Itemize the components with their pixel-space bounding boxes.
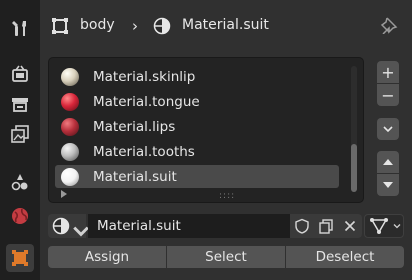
tab-view-layer[interactable] [6, 120, 34, 148]
material-properties-panel: body › Material.suit Material.skinlip Ma… [40, 0, 412, 280]
list-item-label: Material.skinlip [93, 68, 196, 85]
material-preview-icon [61, 67, 79, 86]
material-icon [153, 17, 171, 35]
breadcrumb-material-name: Material.suit [182, 17, 269, 33]
tab-output[interactable] [6, 90, 34, 118]
tab-object[interactable] [6, 244, 34, 272]
chevron-down-icon [383, 126, 393, 133]
view-layer-icon [11, 125, 29, 143]
move-slot-up-button[interactable] [377, 151, 399, 173]
pin-icon[interactable] [380, 16, 398, 34]
list-item-label: Material.tongue [93, 93, 200, 110]
tab-tool[interactable] [6, 14, 34, 42]
material-preview-icon [61, 117, 79, 136]
output-icon [12, 98, 28, 112]
filter-expand-icon[interactable] [61, 190, 67, 198]
select-button[interactable]: Select [167, 246, 285, 268]
world-icon [12, 208, 28, 224]
material-preview-icon [61, 142, 79, 161]
list-scrollbar-thumb[interactable] [351, 144, 357, 192]
assign-button[interactable]: Assign [48, 246, 166, 268]
list-item-label: Material.tooths [93, 143, 195, 160]
mesh-object-icon [52, 18, 68, 34]
list-item-label: Material.suit [93, 168, 177, 185]
list-item[interactable]: Material.lips [55, 115, 339, 138]
material-name-field[interactable]: Material.suit [88, 214, 290, 238]
triangle-up-icon [383, 159, 393, 165]
list-item[interactable]: Material.tongue [55, 90, 339, 113]
fake-user-button[interactable] [290, 214, 314, 238]
node-link-button[interactable] [364, 214, 404, 238]
duplicate-icon [319, 219, 333, 234]
list-item[interactable]: Material.skinlip [55, 65, 339, 88]
unlink-material-button[interactable] [338, 214, 362, 238]
slot-specials-button[interactable] [377, 118, 399, 140]
node-link-icon [370, 218, 388, 234]
material-preview-icon [61, 92, 79, 111]
breadcrumb: body › Material.suit [40, 0, 412, 52]
move-slot-down-button[interactable] [377, 174, 399, 196]
resize-grip-icon[interactable]: :::: [219, 192, 235, 201]
breadcrumb-object-name: body [80, 17, 115, 33]
material-icon [52, 217, 70, 235]
list-item[interactable]: Material.tooths [55, 140, 339, 163]
tab-scene[interactable] [6, 168, 34, 196]
tab-render[interactable] [6, 60, 34, 88]
render-icon [12, 65, 28, 82]
list-item-label: Material.lips [93, 118, 176, 135]
triangle-down-icon [383, 182, 393, 188]
tab-world[interactable] [6, 202, 34, 230]
material-preview-icon [61, 167, 79, 186]
scene-icon [11, 174, 28, 191]
deselect-button[interactable]: Deselect [286, 246, 404, 268]
object-icon [12, 250, 28, 266]
shield-icon [295, 218, 309, 234]
duplicate-material-button[interactable] [314, 214, 338, 238]
material-slot-list[interactable]: Material.skinlip Material.tongue Materia… [48, 57, 364, 203]
breadcrumb-separator: › [132, 17, 138, 35]
chevron-down-icon [393, 224, 401, 229]
properties-tab-strip [0, 0, 40, 280]
close-icon [344, 220, 356, 232]
browse-material-button[interactable] [48, 214, 89, 238]
add-slot-button[interactable]: + [377, 61, 399, 83]
list-item-selected[interactable]: Material.suit [55, 165, 339, 188]
remove-slot-button[interactable]: − [377, 84, 399, 106]
tool-icon [12, 21, 26, 36]
